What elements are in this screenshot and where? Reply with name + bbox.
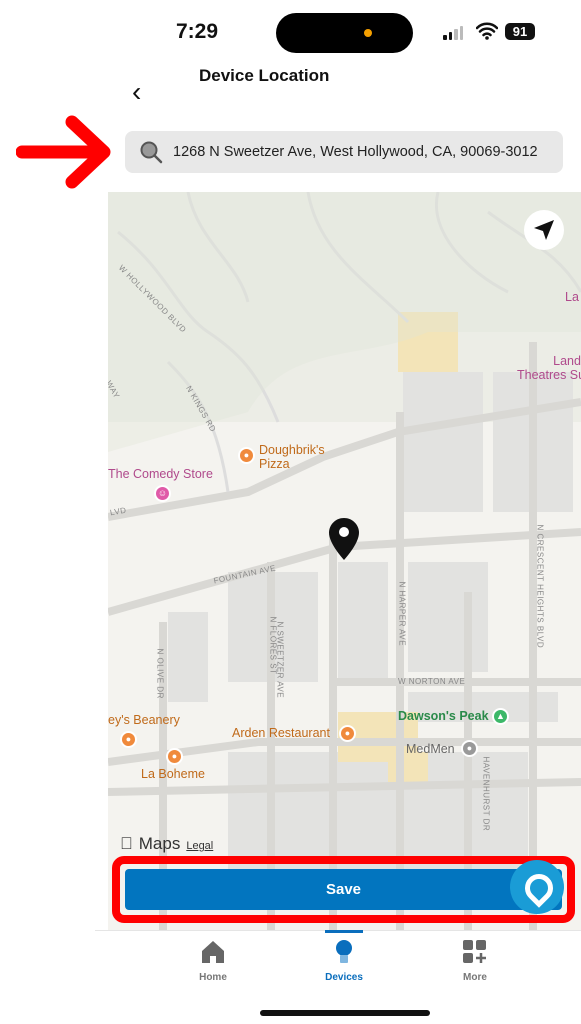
wifi-icon	[476, 22, 498, 40]
red-arrow-annotation	[16, 115, 111, 189]
restaurant-marker[interactable]: ●	[238, 447, 255, 464]
page-title: Device Location	[199, 66, 330, 85]
street-label: HAVENHURST DR	[481, 756, 491, 832]
grid-plus-icon	[463, 940, 486, 963]
home-icon	[202, 941, 224, 963]
tab-more[interactable]: More	[435, 939, 515, 983]
address-value: 1268 N Sweetzer Ave, West Hollywood, CA,…	[173, 144, 538, 160]
dynamic-island	[276, 13, 413, 53]
place-arden-restaurant[interactable]: Arden Restaurant	[232, 726, 330, 740]
place-doughbriks[interactable]: Doughbrik's Pizza	[259, 443, 325, 471]
apple-logo-icon: 	[120, 834, 133, 854]
street-label: N HARPER AVE	[397, 581, 407, 647]
apple-maps-attribution: Maps Legal	[120, 834, 213, 854]
store-marker[interactable]: ●	[461, 740, 478, 757]
street-label: N CRESCENT HEIGHTS BLVD	[535, 524, 545, 649]
search-icon	[140, 141, 163, 164]
battery-indicator: 91	[505, 23, 535, 40]
street-label: N FLORES ST	[268, 616, 278, 675]
place-la-boheme[interactable]: La Boheme	[141, 767, 205, 781]
signal-icon	[443, 26, 463, 40]
lightbulb-icon	[336, 940, 352, 963]
locate-button[interactable]	[524, 210, 564, 250]
location-arrow-icon	[534, 220, 554, 240]
tab-bar: Home Devices More	[95, 930, 581, 990]
home-indicator	[260, 1010, 430, 1016]
address-search-input[interactable]: 1268 N Sweetzer Ave, West Hollywood, CA,…	[125, 131, 563, 173]
place-landmark-theatres[interactable]: LandmarkTheatres Sunset	[517, 354, 581, 382]
status-time: 7:29	[176, 20, 219, 43]
map-pin-icon[interactable]	[328, 517, 360, 561]
tab-devices[interactable]: Devices	[304, 939, 384, 983]
park-marker[interactable]: ▲	[492, 708, 509, 725]
alexa-icon[interactable]	[510, 860, 564, 914]
chevron-left-icon[interactable]: ‹	[132, 76, 141, 108]
place-beanery[interactable]: ey's Beanery	[108, 713, 180, 727]
tab-home[interactable]: Home	[173, 939, 253, 983]
map-view[interactable]: W HOLLYWOOD BLVD N KINGS RD FOUNTAIN AVE…	[108, 192, 581, 930]
map-roads	[108, 192, 581, 930]
place-medmen[interactable]: MedMen	[406, 742, 455, 756]
restaurant-marker[interactable]: ●	[120, 731, 137, 748]
place-label-partial: La	[565, 290, 579, 304]
legal-link[interactable]: Legal	[186, 840, 213, 852]
place-comedy-store[interactable]: The Comedy Store	[108, 467, 213, 481]
save-highlight-annotation: Save	[112, 856, 575, 923]
save-button[interactable]: Save	[125, 869, 562, 910]
theater-marker[interactable]: ☺	[154, 485, 171, 502]
place-dawsons-peak[interactable]: Dawson's Peak	[398, 709, 489, 723]
restaurant-marker[interactable]: ●	[166, 748, 183, 765]
street-label: N OLIVE DR	[155, 648, 165, 699]
active-tab-indicator	[325, 930, 363, 933]
restaurant-marker[interactable]: ●	[339, 725, 356, 742]
street-label: W NORTON AVE	[398, 677, 466, 686]
